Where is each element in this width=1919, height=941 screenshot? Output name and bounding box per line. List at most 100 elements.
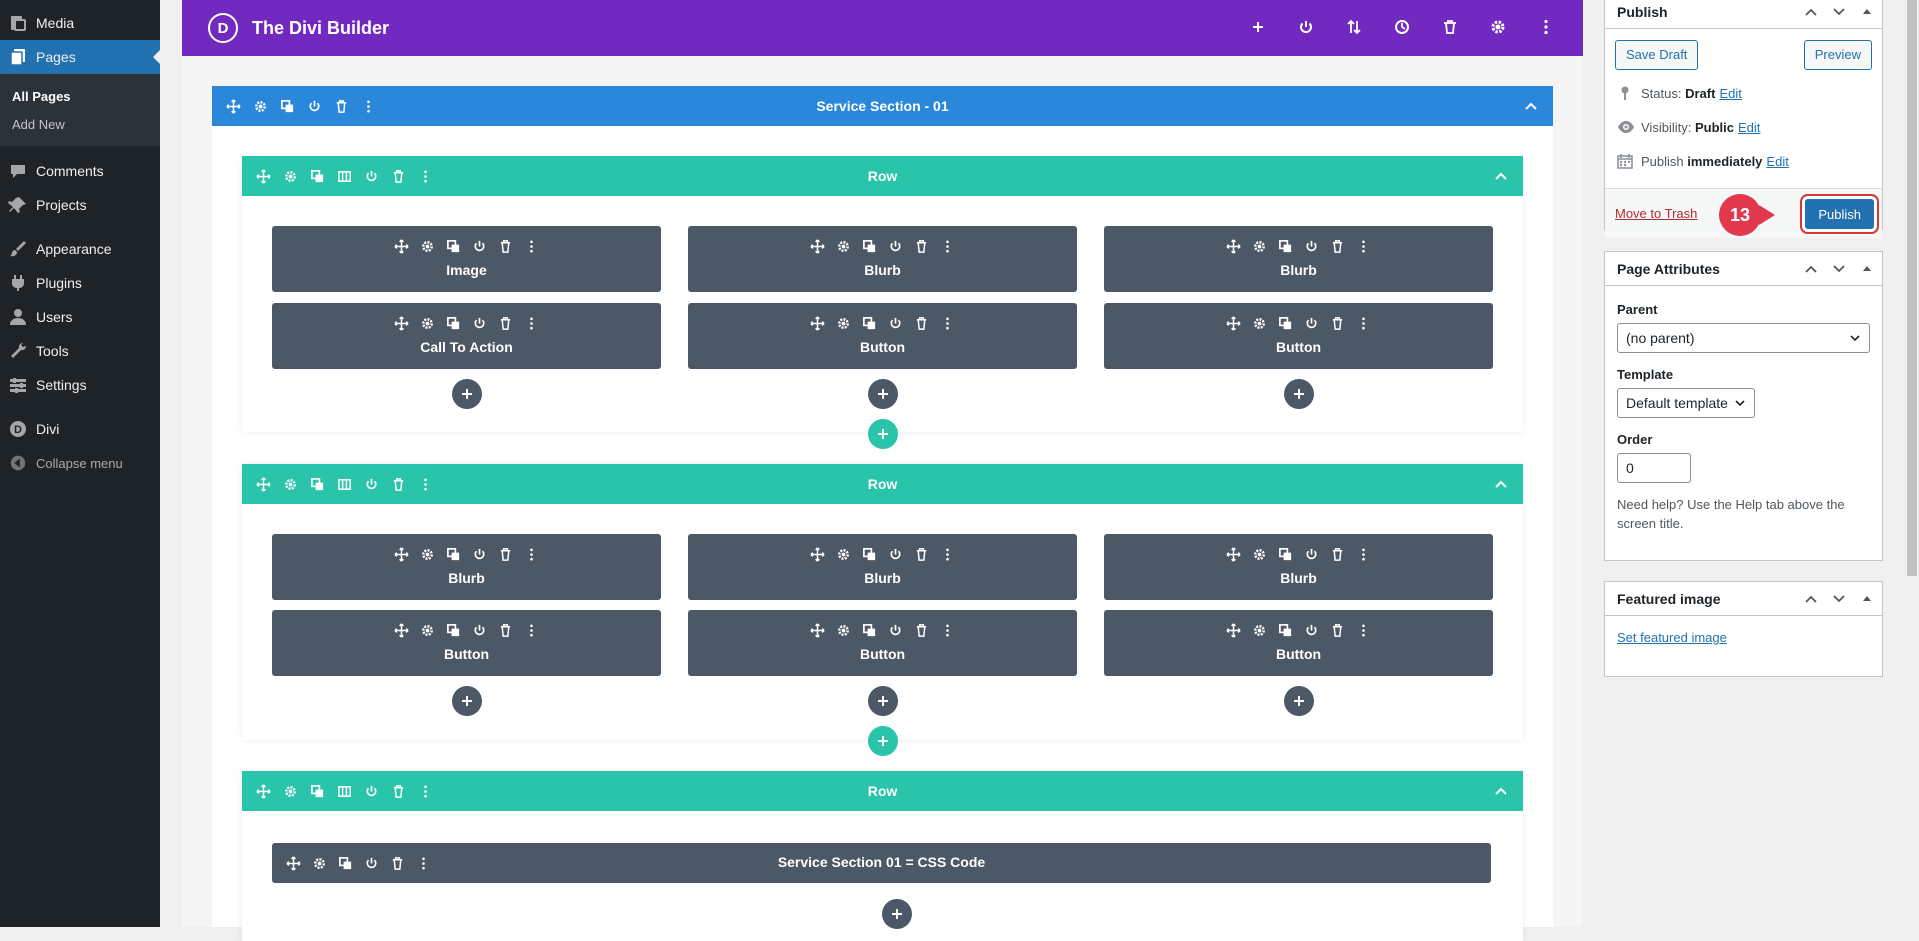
duplicate-icon[interactable] <box>446 547 461 562</box>
duplicate-icon[interactable] <box>862 547 877 562</box>
duplicate-icon[interactable] <box>280 99 295 114</box>
gear-icon[interactable] <box>836 239 851 254</box>
power-icon[interactable] <box>1297 18 1315 36</box>
power-icon[interactable] <box>472 623 487 638</box>
duplicate-icon[interactable] <box>310 477 325 492</box>
move-icon[interactable] <box>394 239 409 254</box>
more-icon[interactable] <box>940 239 955 254</box>
module-button[interactable]: Button <box>1104 303 1493 369</box>
chevron-up-icon[interactable] <box>1493 783 1509 799</box>
duplicate-icon[interactable] <box>446 316 461 331</box>
power-icon[interactable] <box>472 547 487 562</box>
row-bar[interactable]: Row <box>242 464 1523 504</box>
gear-icon[interactable] <box>836 316 851 331</box>
trash-icon[interactable] <box>498 547 513 562</box>
menu-item-projects[interactable]: Projects <box>0 188 160 222</box>
power-icon[interactable] <box>364 169 379 184</box>
gear-icon[interactable] <box>1252 623 1267 638</box>
move-icon[interactable] <box>810 547 825 562</box>
trash-icon[interactable] <box>391 169 406 184</box>
more-icon[interactable] <box>940 623 955 638</box>
power-icon[interactable] <box>1304 547 1319 562</box>
gear-icon[interactable] <box>836 547 851 562</box>
duplicate-icon[interactable] <box>310 169 325 184</box>
module-blurb[interactable]: Blurb <box>1104 226 1493 292</box>
chevron-up-icon[interactable] <box>1493 476 1509 492</box>
gear-icon[interactable] <box>312 856 327 871</box>
power-icon[interactable] <box>1304 239 1319 254</box>
more-icon[interactable] <box>418 477 433 492</box>
gear-icon[interactable] <box>420 547 435 562</box>
edit-status-link[interactable]: Edit <box>1719 86 1741 101</box>
more-icon[interactable] <box>361 99 376 114</box>
trash-icon[interactable] <box>914 547 929 562</box>
duplicate-icon[interactable] <box>446 239 461 254</box>
preview-button[interactable]: Preview <box>1803 40 1872 70</box>
columns-icon[interactable] <box>337 784 352 799</box>
duplicate-icon[interactable] <box>1278 316 1293 331</box>
more-icon[interactable] <box>940 547 955 562</box>
power-icon[interactable] <box>888 623 903 638</box>
module-button[interactable]: Button <box>688 303 1077 369</box>
menu-item-media[interactable]: Media <box>0 6 160 40</box>
more-icon[interactable] <box>1356 316 1371 331</box>
more-icon[interactable] <box>524 623 539 638</box>
section-bar[interactable]: Service Section - 01 <box>212 86 1553 126</box>
move-icon[interactable] <box>1226 316 1241 331</box>
move-icon[interactable] <box>1226 623 1241 638</box>
parent-select[interactable]: (no parent) <box>1617 323 1870 353</box>
gear-icon[interactable] <box>1252 316 1267 331</box>
move-icon[interactable] <box>226 98 241 114</box>
add-module-button[interactable] <box>882 899 912 929</box>
menu-item-users[interactable]: Users <box>0 300 160 334</box>
more-icon[interactable] <box>524 547 539 562</box>
more-icon[interactable] <box>418 169 433 184</box>
chevron-down-icon[interactable] <box>1832 592 1846 606</box>
power-icon[interactable] <box>888 316 903 331</box>
trash-icon[interactable] <box>1330 623 1345 638</box>
move-icon[interactable] <box>256 783 271 799</box>
module-code[interactable]: Service Section 01 = CSS Code <box>272 843 1491 883</box>
duplicate-icon[interactable] <box>862 239 877 254</box>
gear-icon[interactable] <box>420 623 435 638</box>
trash-icon[interactable] <box>391 784 406 799</box>
columns-icon[interactable] <box>337 169 352 184</box>
gear-icon[interactable] <box>420 316 435 331</box>
move-icon[interactable] <box>394 316 409 331</box>
duplicate-icon[interactable] <box>310 784 325 799</box>
move-icon[interactable] <box>256 168 271 184</box>
row-bar[interactable]: Row <box>242 156 1523 196</box>
chevron-up-icon[interactable] <box>1804 262 1818 276</box>
collapse-menu-button[interactable]: Collapse menu <box>0 446 160 480</box>
more-icon[interactable] <box>416 856 431 871</box>
power-icon[interactable] <box>1304 623 1319 638</box>
move-icon[interactable] <box>256 476 271 492</box>
save-draft-button[interactable]: Save Draft <box>1615 40 1699 70</box>
move-icon[interactable] <box>810 239 825 254</box>
more-icon[interactable] <box>418 784 433 799</box>
move-icon[interactable] <box>1226 239 1241 254</box>
duplicate-icon[interactable] <box>862 623 877 638</box>
module-button[interactable]: Button <box>688 610 1077 676</box>
gear-icon[interactable] <box>1489 18 1507 36</box>
more-icon[interactable] <box>940 316 955 331</box>
chevron-up-icon[interactable] <box>1804 592 1818 606</box>
add-module-button[interactable] <box>452 379 482 409</box>
gear-icon[interactable] <box>1252 239 1267 254</box>
gear-icon[interactable] <box>836 623 851 638</box>
add-module-button[interactable] <box>868 686 898 716</box>
chevron-up-icon[interactable] <box>1493 168 1509 184</box>
trash-icon[interactable] <box>914 239 929 254</box>
menu-item-appearance[interactable]: Appearance <box>0 232 160 266</box>
add-module-button[interactable] <box>868 379 898 409</box>
add-module-button[interactable] <box>452 686 482 716</box>
sort-icon[interactable] <box>1345 18 1363 36</box>
gear-icon[interactable] <box>253 99 268 114</box>
more-icon[interactable] <box>524 316 539 331</box>
more-icon[interactable] <box>1537 18 1555 36</box>
trash-icon[interactable] <box>334 99 349 114</box>
duplicate-icon[interactable] <box>862 316 877 331</box>
add-module-button[interactable] <box>1284 379 1314 409</box>
edit-visibility-link[interactable]: Edit <box>1738 120 1760 135</box>
chevron-up-icon[interactable] <box>1804 5 1818 19</box>
